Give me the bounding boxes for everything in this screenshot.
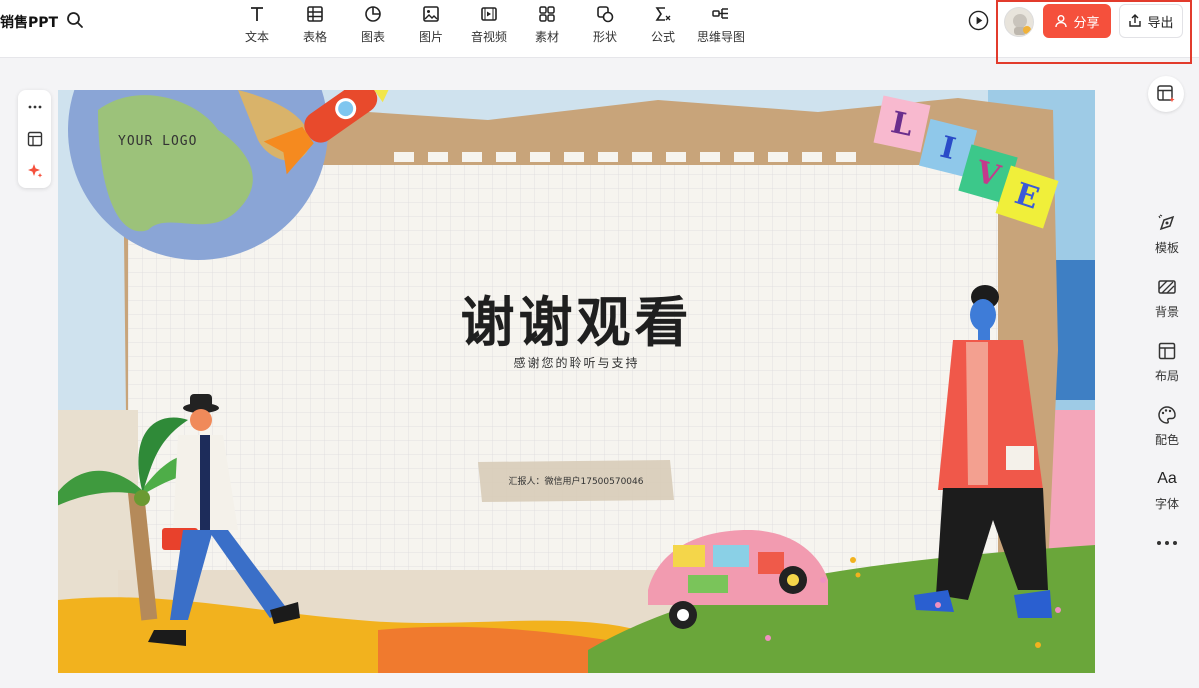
formula-icon (653, 4, 673, 24)
tool-label: 音视频 (470, 30, 507, 44)
sidebar-item-font[interactable]: Aa 字体 (1143, 468, 1191, 520)
sidebar-item-label: 配色 (1154, 433, 1179, 447)
tool-label: 素材 (534, 30, 559, 44)
palette-icon (1156, 404, 1178, 426)
layout-panel-button[interactable] (18, 124, 51, 154)
text-icon (247, 4, 267, 24)
more-horizontal-icon[interactable] (1155, 538, 1179, 548)
tool-table[interactable]: 表格 (286, 2, 344, 46)
sidebar-item-label: 布局 (1154, 369, 1179, 383)
image-icon (421, 4, 441, 24)
tool-chart[interactable]: 图表 (344, 2, 402, 46)
sidebar-item-layout[interactable]: 布局 (1143, 340, 1191, 392)
avatar[interactable] (1004, 7, 1034, 37)
sparkle-icon (27, 164, 42, 178)
table-icon (305, 4, 325, 24)
play-icon[interactable] (968, 10, 989, 31)
live-letter: L (888, 104, 916, 144)
search-icon[interactable] (66, 11, 84, 29)
tool-label: 形状 (592, 30, 617, 44)
sidebar-item-template[interactable]: 模板 (1143, 212, 1191, 264)
mindmap-icon (711, 4, 731, 24)
tool-label: 图表 (360, 30, 385, 44)
slide-artwork (58, 90, 1095, 673)
tool-label: 文本 (244, 30, 269, 44)
font-icon: Aa (1157, 470, 1177, 487)
sidebar-item-label: 字体 (1154, 497, 1179, 511)
material-icon (537, 4, 557, 24)
layout-icon (1156, 340, 1178, 362)
ai-layout-button[interactable] (1148, 76, 1184, 112)
tool-material[interactable]: 素材 (518, 2, 576, 46)
layout-icon (27, 131, 42, 147)
left-tool-panel (18, 90, 51, 188)
tool-text[interactable]: 文本 (228, 2, 286, 46)
sidebar-item-label: 背景 (1154, 305, 1179, 319)
slide-subtitle[interactable]: 感谢您的聆听与支持 (58, 354, 1095, 371)
ai-sparkle-button[interactable] (18, 156, 51, 186)
more-horizontal-icon (28, 105, 41, 109)
slide-canvas[interactable]: YOUR LOGO L I V E 谢谢观看 感谢您的聆听与支持 汇报人：微信用… (58, 90, 1095, 673)
tool-shape[interactable]: 形状 (576, 2, 634, 46)
user-icon (1055, 15, 1068, 28)
reporter-text[interactable]: 汇报人：微信用户17500570046 (478, 460, 674, 500)
export-button[interactable]: 导出 (1119, 4, 1183, 38)
export-label: 导出 (1147, 15, 1174, 31)
background-icon (1156, 276, 1178, 298)
share-label: 分享 (1073, 15, 1100, 31)
chart-icon (363, 4, 383, 24)
tool-media[interactable]: 音视频 (460, 2, 518, 46)
export-icon (1129, 14, 1142, 27)
top-toolbar: 销售PPT 文本 表格 图表 图片 音视频 素材 形状 公式 思维导图 分享 导… (0, 0, 1199, 58)
tool-label: 表格 (302, 30, 327, 44)
layout-sparkle-icon (1157, 85, 1175, 103)
shape-icon (595, 4, 615, 24)
template-icon (1156, 212, 1178, 234)
video-icon (479, 4, 499, 24)
tool-image[interactable]: 图片 (402, 2, 460, 46)
tool-label: 思维导图 (696, 30, 745, 44)
tool-label: 图片 (418, 30, 443, 44)
sidebar-item-palette[interactable]: 配色 (1143, 404, 1191, 456)
share-button[interactable]: 分享 (1043, 4, 1111, 38)
logo-placeholder[interactable]: YOUR LOGO (118, 134, 197, 149)
sidebar-item-background[interactable]: 背景 (1143, 276, 1191, 328)
sidebar-item-label: 模板 (1154, 241, 1179, 255)
user-avatar-icon (1013, 14, 1031, 35)
tool-label: 公式 (650, 30, 675, 44)
tool-mindmap[interactable]: 思维导图 (692, 2, 750, 46)
tool-formula[interactable]: 公式 (634, 2, 692, 46)
insert-toolbar: 文本 表格 图表 图片 音视频 素材 形状 公式 思维导图 (228, 2, 750, 46)
more-options-button[interactable] (18, 92, 51, 122)
slide-title[interactable]: 谢谢观看 (58, 278, 1095, 357)
document-title[interactable]: 销售PPT (0, 12, 58, 32)
